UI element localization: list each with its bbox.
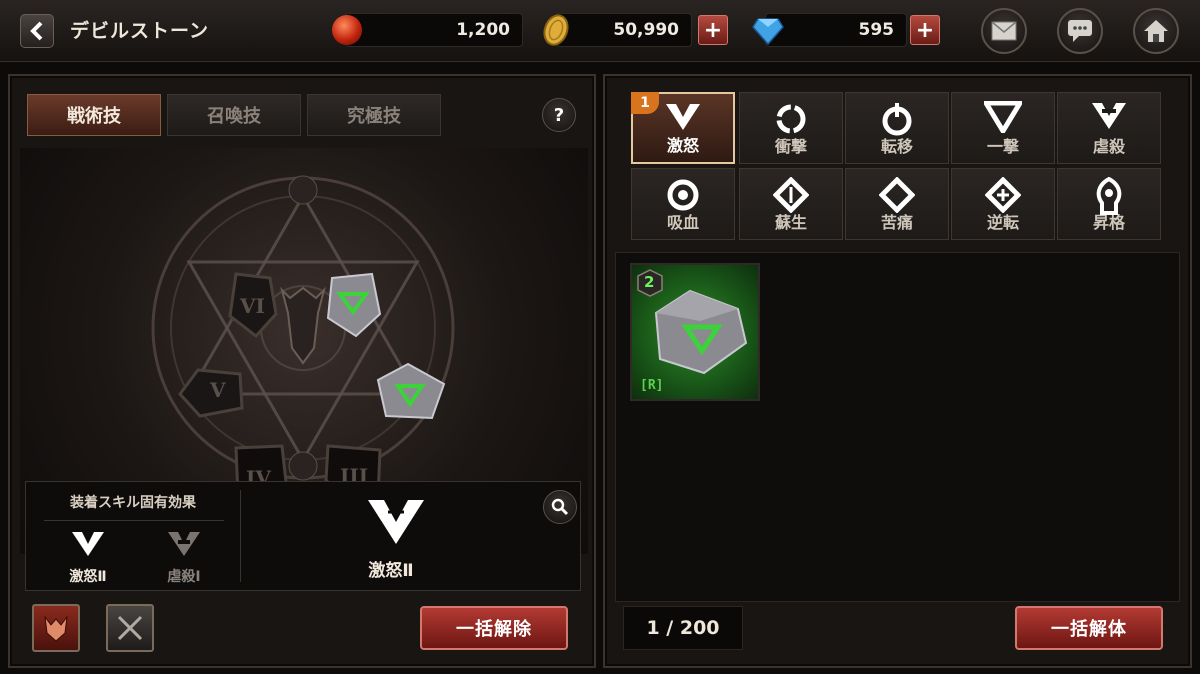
- inventory-capacity: 1 / 200: [623, 606, 743, 650]
- devil-stone-icon: [654, 289, 748, 375]
- mail-icon: [991, 21, 1017, 41]
- equipped-stone-slot-2[interactable]: [372, 360, 448, 422]
- impact-icon: [776, 104, 806, 134]
- mail-button[interactable]: [981, 8, 1027, 54]
- zoom-button[interactable]: [543, 490, 577, 524]
- effect-title: 装着スキル固有効果: [70, 495, 196, 511]
- selected-skill-name: 激怒Ⅱ: [368, 561, 414, 581]
- home-button[interactable]: [1133, 8, 1179, 54]
- home-icon: [1144, 20, 1168, 42]
- effect-vertical-divider: [240, 490, 241, 582]
- rage-large-icon: [368, 500, 424, 544]
- rage-icon: [72, 532, 104, 556]
- gem-value: 595: [858, 20, 895, 40]
- page-title: デビルストーン: [70, 20, 210, 42]
- chat-icon: [1068, 20, 1092, 42]
- gold-counter: 50,990: [556, 13, 692, 47]
- inventory-panel: 1 激怒 衝撃 転移 一撃 虐殺 吸血 蘇生 苦痛 逆転 昇格 2 [R] 1 …: [603, 74, 1192, 668]
- top-bar: デビルストーン 1,200 50,990 + 595 +: [0, 0, 1200, 62]
- effect-skill-1: 激怒Ⅱ: [69, 569, 107, 585]
- strike-icon: [984, 101, 1022, 133]
- dismantle-all-button[interactable]: 一括解体: [1015, 606, 1163, 650]
- item-rarity: [R]: [640, 378, 664, 393]
- crossed-swords-icon: [117, 615, 143, 641]
- count-badge: 1: [631, 92, 659, 114]
- rune-label-vi: VI: [240, 294, 265, 318]
- chat-button[interactable]: [1057, 8, 1103, 54]
- filter-label: 激怒: [666, 136, 699, 155]
- revive-icon: [773, 177, 809, 213]
- effect-skill-2: 虐殺Ⅰ: [167, 569, 201, 585]
- effect-divider: [44, 520, 224, 521]
- rune-label-v: V: [210, 378, 226, 402]
- equipped-stone-slot-1[interactable]: [322, 270, 384, 340]
- help-button[interactable]: ?: [542, 98, 576, 132]
- magnifier-icon: [551, 498, 569, 516]
- gold-coin-icon: [543, 14, 569, 46]
- filter-reversal[interactable]: 逆転: [951, 168, 1055, 240]
- add-gem-button[interactable]: +: [910, 15, 940, 45]
- inventory-stone-item[interactable]: 2 [R]: [630, 263, 760, 401]
- demon-crest-icon: [44, 615, 68, 642]
- chevron-left-icon: [30, 21, 43, 41]
- skill-effect-box: 装着スキル固有効果 激怒Ⅱ 虐殺Ⅰ 激怒Ⅱ: [25, 481, 581, 591]
- tab-tactical[interactable]: 戦術技: [27, 94, 161, 136]
- rage-icon: [666, 104, 700, 130]
- pain-icon: [879, 177, 915, 213]
- diamond-icon: [752, 18, 784, 45]
- tab-summon[interactable]: 召喚技: [167, 94, 301, 136]
- red-orb-icon: [332, 15, 362, 45]
- stone-inventory: 2 [R]: [615, 252, 1180, 602]
- equip-panel: 戦術技 召喚技 究極技 ? VI V IV III 装着スキル固有効果 激怒Ⅱ …: [8, 74, 596, 668]
- back-button[interactable]: [20, 14, 54, 48]
- reversal-icon: [985, 177, 1021, 213]
- tab-ultimate[interactable]: 究極技: [307, 94, 441, 136]
- drain-icon: [667, 179, 699, 211]
- orb-counter: 1,200: [345, 13, 523, 47]
- filter-label: 虐殺: [1092, 137, 1125, 156]
- filter-strike[interactable]: 一撃: [951, 92, 1055, 164]
- ascend-icon: [1096, 177, 1122, 215]
- add-gold-button[interactable]: +: [698, 15, 728, 45]
- transfer-icon: [882, 103, 912, 136]
- filter-pain[interactable]: 苦痛: [845, 168, 949, 240]
- filter-label: 一撃: [986, 137, 1019, 156]
- filter-revive[interactable]: 蘇生: [739, 168, 843, 240]
- slaughter-icon: [168, 532, 200, 556]
- filter-slaughter[interactable]: 虐殺: [1057, 92, 1161, 164]
- gem-counter: 595: [765, 13, 907, 47]
- filter-drain[interactable]: 吸血: [631, 168, 735, 240]
- slaughter-icon: [1092, 103, 1126, 129]
- gold-value: 50,990: [613, 20, 679, 40]
- skill-filter-grid: 1 激怒 衝撃 転移 一撃 虐殺 吸血 蘇生 苦痛 逆転 昇格: [629, 90, 1165, 242]
- filter-rage[interactable]: 1 激怒: [631, 92, 735, 164]
- filter-transfer[interactable]: 転移: [845, 92, 949, 164]
- orb-value: 1,200: [456, 20, 510, 40]
- filter-ascend[interactable]: 昇格: [1057, 168, 1161, 240]
- demon-crest-button[interactable]: [32, 604, 80, 652]
- filter-impact[interactable]: 衝撃: [739, 92, 843, 164]
- release-all-button[interactable]: 一括解除: [420, 606, 568, 650]
- crossed-swords-button[interactable]: [106, 604, 154, 652]
